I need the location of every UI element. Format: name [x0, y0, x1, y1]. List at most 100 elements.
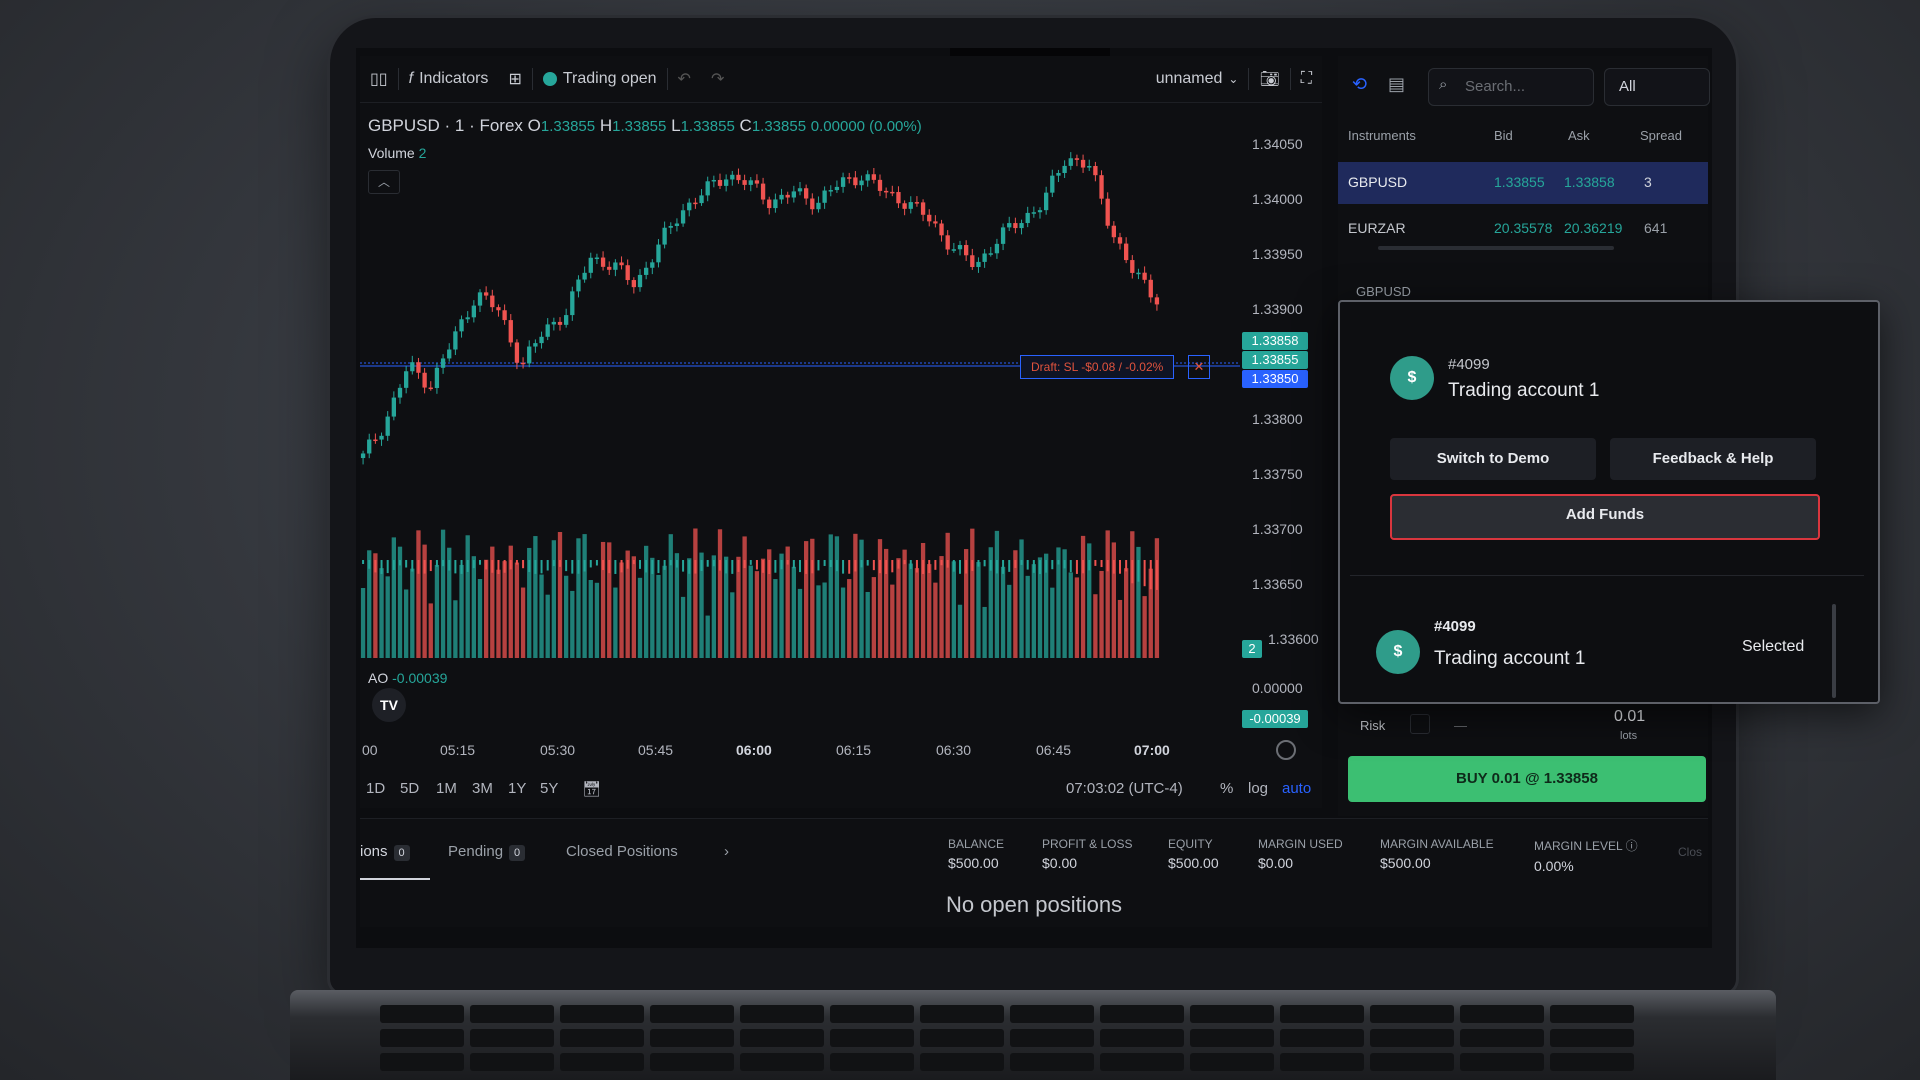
- watchlist-icon[interactable]: ⟲: [1352, 74, 1367, 95]
- ao-bar: [1069, 560, 1072, 573]
- ao-bar: [1075, 560, 1078, 574]
- volume-bar: [1050, 587, 1055, 658]
- status-dot-icon: [542, 72, 557, 86]
- tabs-next-chevron[interactable]: ›: [724, 843, 729, 860]
- search-input[interactable]: ⌕ Search...: [1428, 68, 1594, 106]
- keyboard-key: [920, 1053, 1004, 1071]
- news-icon[interactable]: ▤: [1388, 74, 1405, 95]
- account-list-item[interactable]: $ #4099 Trading account 1 Selected: [1376, 618, 1816, 688]
- time-axis[interactable]: 00 05:15 05:30 05:45 06:00 06:15 06:30 0…: [360, 738, 1240, 764]
- risk-checkbox[interactable]: [1410, 714, 1430, 734]
- buy-button[interactable]: BUY 0.01 @ 1.33858: [1348, 756, 1706, 802]
- candle: [1025, 212, 1030, 224]
- ao-bar: [965, 560, 968, 574]
- popup-scrollbar[interactable]: [1832, 604, 1836, 698]
- candle: [754, 180, 760, 184]
- volume-bar: [834, 536, 840, 658]
- volume-bar: [360, 588, 366, 658]
- undo-button[interactable]: ↶: [668, 56, 701, 102]
- volume-bar: [484, 559, 489, 658]
- range-5y[interactable]: 5Y: [540, 780, 558, 797]
- candle: [637, 274, 643, 288]
- screenshot-button[interactable]: 📷︎: [1249, 56, 1289, 102]
- range-1m[interactable]: 1M: [436, 780, 457, 797]
- volume-badge: 2: [1242, 640, 1262, 658]
- price-axis[interactable]: 1.34050 1.34000 1.33950 1.33900 1.33858 …: [1240, 120, 1322, 760]
- feedback-help-button[interactable]: Feedback & Help: [1610, 438, 1816, 480]
- candle: [631, 280, 636, 288]
- candle-type-button[interactable]: ▯▯: [360, 56, 398, 102]
- candle: [576, 279, 581, 292]
- col-bid: Bid: [1494, 128, 1513, 143]
- ao-tick: 0.00000: [1252, 680, 1303, 696]
- candle: [545, 324, 550, 337]
- ao-bar: [1143, 560, 1146, 587]
- volume-bar: [428, 603, 433, 658]
- redo-button[interactable]: ↷: [701, 56, 734, 102]
- candle: [551, 321, 556, 325]
- draft-close-button[interactable]: ✕: [1188, 355, 1210, 379]
- layout-name-dropdown[interactable]: unnamed ⌄: [1146, 56, 1249, 102]
- ao-bar: [934, 560, 937, 570]
- tab-closed-positions[interactable]: Closed Positions: [566, 843, 678, 860]
- ao-bar: [731, 560, 734, 574]
- ao-bar: [1063, 560, 1066, 569]
- ao-bar: [872, 560, 875, 571]
- clock-readout[interactable]: 07:03:02 (UTC-4): [1066, 780, 1183, 797]
- horizontal-scrollbar[interactable]: [1378, 246, 1614, 250]
- ao-bar: [737, 560, 740, 572]
- close-all-button[interactable]: Clos: [1678, 845, 1702, 859]
- trading-status[interactable]: Trading open: [533, 56, 667, 102]
- switch-to-demo-button[interactable]: Switch to Demo: [1390, 438, 1596, 480]
- candle: [951, 249, 956, 251]
- volume-bar: [551, 540, 556, 658]
- keyboard-key: [1550, 1005, 1634, 1023]
- ao-bar: [700, 560, 703, 571]
- table-row[interactable]: GBPUSD 1.33855 1.33858 3: [1338, 162, 1708, 204]
- volume-bar: [804, 541, 809, 658]
- range-5d[interactable]: 5D: [400, 780, 419, 797]
- info-icon[interactable]: ⓘ: [1626, 839, 1638, 853]
- add-funds-button[interactable]: Add Funds: [1390, 494, 1820, 540]
- layouts-button[interactable]: ⊞: [498, 56, 531, 102]
- ao-bar: [897, 560, 900, 569]
- candle: [582, 272, 587, 280]
- table-row[interactable]: EURZAR 20.35578 20.36219 641: [1338, 208, 1708, 250]
- instrument-filter-select[interactable]: All: [1604, 68, 1710, 106]
- candle: [1013, 223, 1018, 229]
- ao-bar: [922, 560, 925, 574]
- ao-bar: [1094, 560, 1097, 566]
- percent-toggle[interactable]: %: [1220, 780, 1233, 797]
- candle: [1068, 158, 1073, 166]
- volume-bar: [939, 556, 944, 658]
- ao-bar: [522, 560, 525, 569]
- ao-bar: [854, 560, 857, 572]
- volume-bar: [982, 606, 987, 658]
- ao-bar: [1088, 560, 1091, 571]
- fullscreen-button[interactable]: ⛶: [1291, 56, 1322, 102]
- price-plot[interactable]: [360, 120, 1240, 760]
- log-toggle[interactable]: log: [1248, 780, 1268, 797]
- indicators-button[interactable]: f Indicators: [399, 56, 499, 102]
- tab-pending[interactable]: Pending 0: [448, 843, 526, 861]
- ao-bar: [1020, 560, 1023, 565]
- range-1y[interactable]: 1Y: [508, 780, 526, 797]
- range-1d[interactable]: 1D: [366, 780, 385, 797]
- volume-bar: [871, 577, 876, 658]
- minus-icon[interactable]: —: [1454, 718, 1467, 733]
- candle: [471, 305, 476, 318]
- selected-indicator: Selected: [1742, 638, 1805, 655]
- row-spread: 641: [1644, 220, 1668, 236]
- undo-icon: ↶: [677, 71, 691, 88]
- tab-positions[interactable]: ions 0: [360, 843, 410, 861]
- ao-bar: [454, 560, 457, 574]
- gear-icon[interactable]: [1276, 740, 1296, 760]
- lots-input[interactable]: 0.01: [1614, 708, 1645, 726]
- date-range-icon[interactable]: 📅︎: [582, 780, 601, 798]
- auto-toggle[interactable]: auto: [1282, 780, 1311, 797]
- keyboard-key: [650, 1029, 734, 1047]
- draft-sl-label[interactable]: Draft: SL -$0.08 / -0.02%: [1020, 355, 1175, 379]
- candle: [557, 321, 563, 325]
- range-3m[interactable]: 3M: [472, 780, 493, 797]
- ao-bar: [774, 560, 777, 573]
